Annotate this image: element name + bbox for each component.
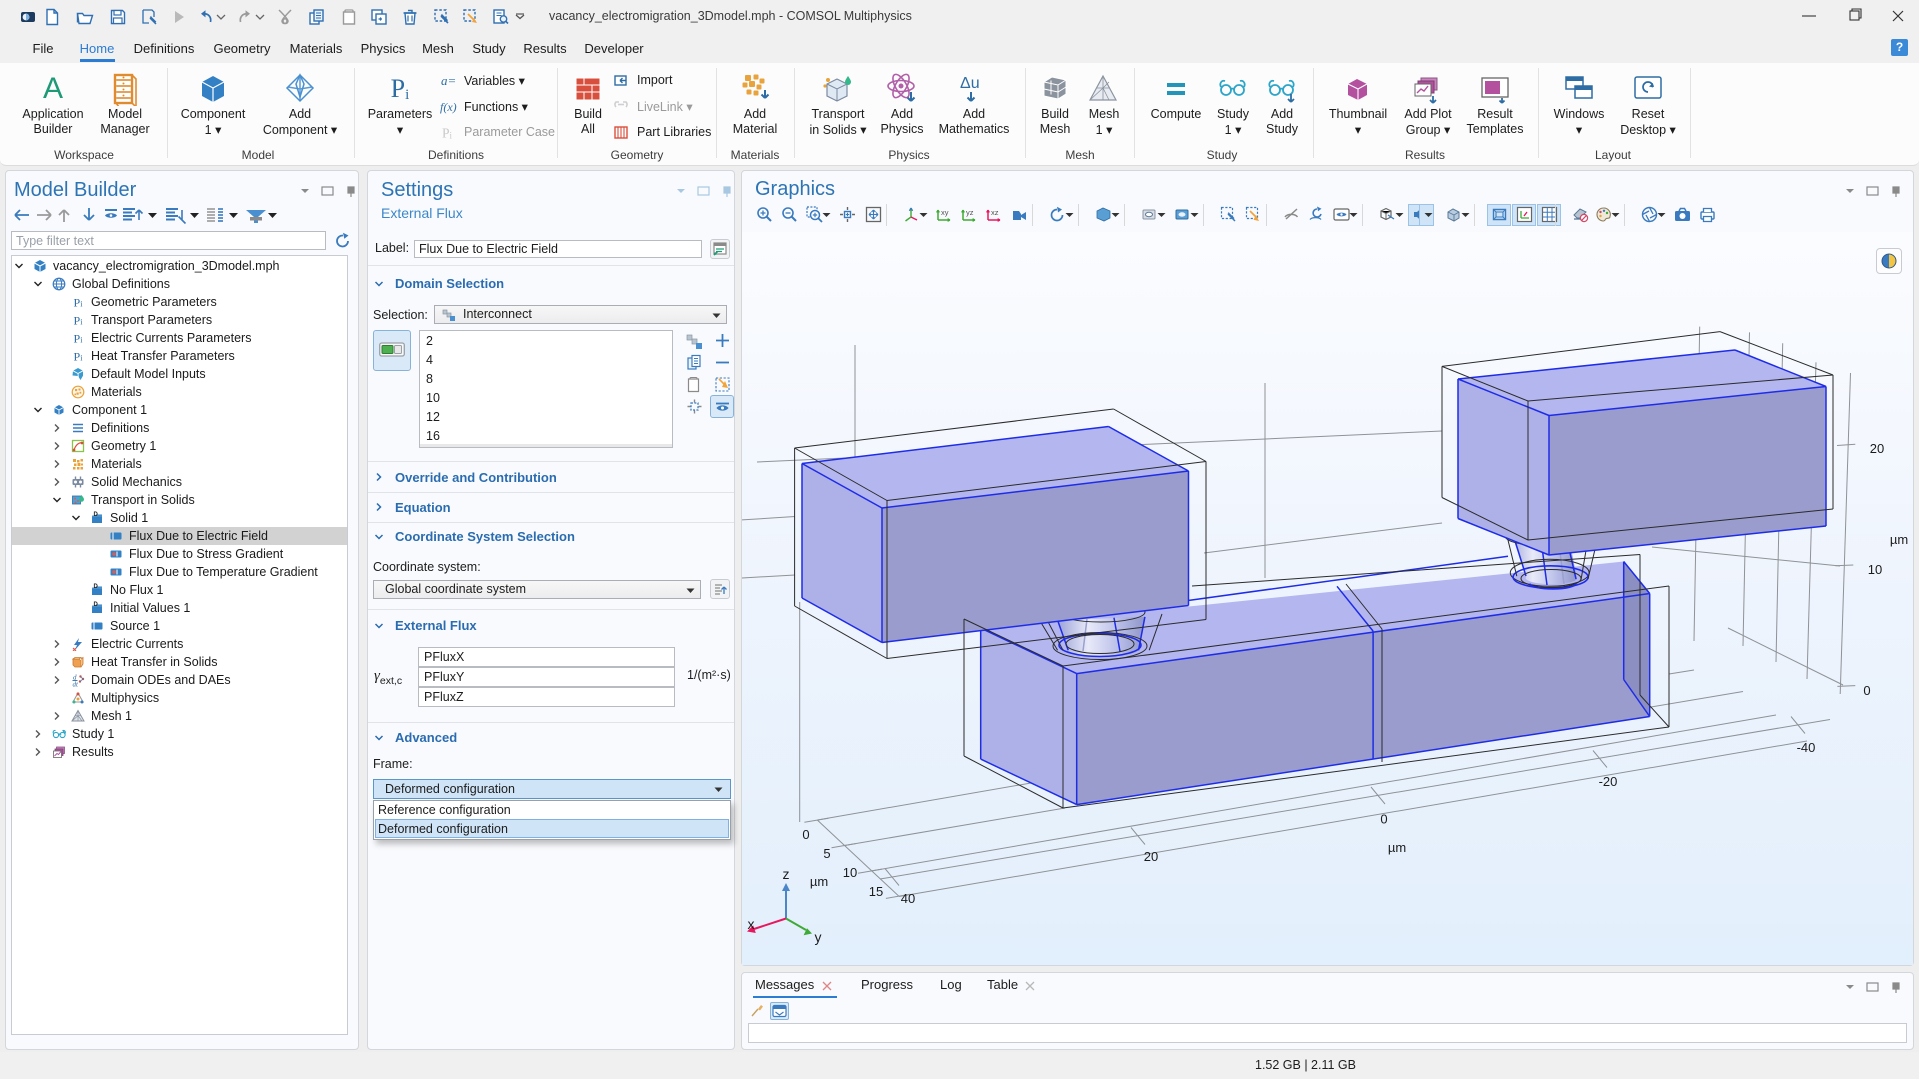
svg-text:f(x): f(x) <box>440 100 457 114</box>
svg-text:10: 10 <box>843 865 857 880</box>
svg-text:10: 10 <box>1868 562 1882 577</box>
svg-text:5: 5 <box>823 846 830 861</box>
svg-text:20: 20 <box>1144 849 1158 864</box>
svg-text:xz: xz <box>991 208 999 217</box>
svg-text:dt: dt <box>73 681 80 688</box>
svg-text:yz: yz <box>966 208 974 217</box>
svg-text:z: z <box>783 866 790 882</box>
svg-text:x: x <box>748 916 755 932</box>
svg-text:Pi: Pi <box>442 126 453 141</box>
svg-text:20: 20 <box>1870 441 1884 456</box>
svg-text:-20: -20 <box>1599 774 1618 789</box>
svg-text:A: A <box>43 72 63 105</box>
svg-text:15: 15 <box>869 884 883 899</box>
svg-text:µm: µm <box>810 874 828 889</box>
svg-text:Pi: Pi <box>391 74 410 103</box>
svg-text:D: D <box>94 584 99 590</box>
svg-text:Δu: Δu <box>960 75 980 92</box>
svg-text:D: D <box>94 602 99 608</box>
svg-text:y: y <box>815 929 822 945</box>
svg-text:µm: µm <box>1388 840 1406 855</box>
svg-text:-40: -40 <box>1797 740 1816 755</box>
svg-text:0: 0 <box>802 827 809 842</box>
svg-text:0: 0 <box>1863 683 1870 698</box>
svg-text:Pi: Pi <box>74 296 84 310</box>
svg-text:40: 40 <box>901 891 915 906</box>
svg-text:Pi: Pi <box>74 350 84 364</box>
svg-text:Pi: Pi <box>74 314 84 328</box>
svg-text:0: 0 <box>1380 812 1387 827</box>
svg-text:a=: a= <box>441 73 456 88</box>
svg-text:xy: xy <box>941 208 949 217</box>
svg-text:D: D <box>94 512 99 518</box>
svg-text:Pi: Pi <box>74 332 84 346</box>
svg-text:µm: µm <box>1890 532 1908 547</box>
